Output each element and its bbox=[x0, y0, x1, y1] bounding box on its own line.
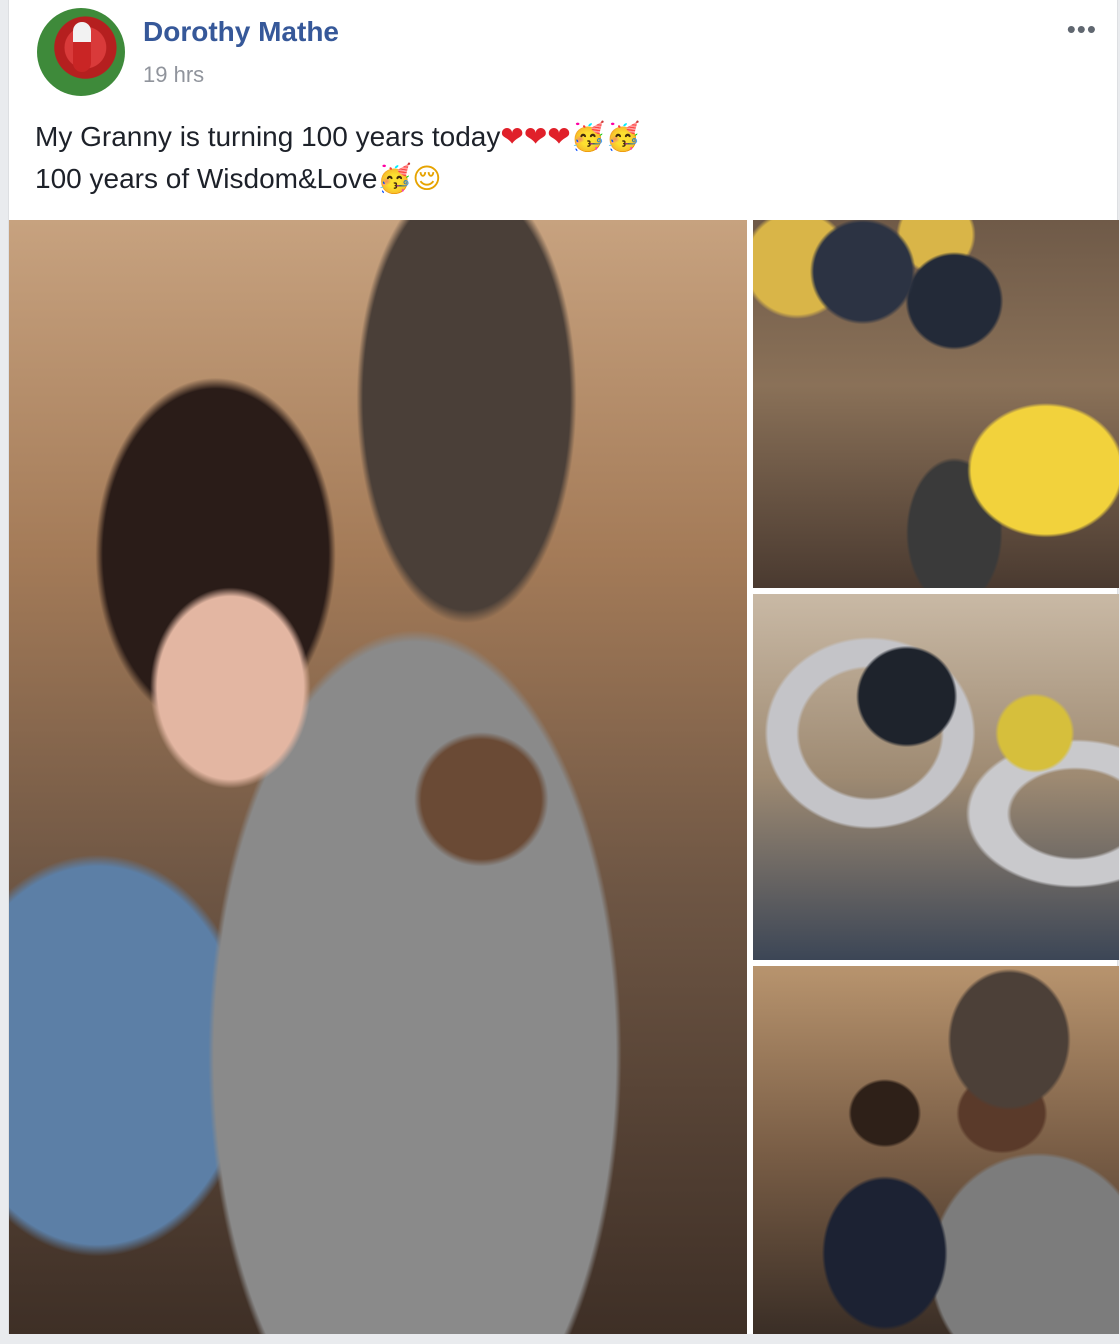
post-text-line-1-content: My Granny is turning 100 years today bbox=[35, 121, 501, 152]
heart-emoji-icon: ❤ bbox=[523, 120, 548, 153]
side-photo-balloons[interactable] bbox=[753, 220, 1119, 588]
main-photo[interactable] bbox=[9, 220, 747, 1334]
avatar-figure bbox=[73, 22, 91, 72]
relieved-face-emoji-icon: 😌 bbox=[412, 162, 442, 195]
post-timestamp[interactable]: 19 hrs bbox=[143, 62, 204, 88]
avatar[interactable] bbox=[37, 8, 125, 96]
post-text-line-2: 100 years of Wisdom&Love🥳😌 bbox=[35, 158, 1097, 200]
more-options-icon[interactable]: ••• bbox=[1067, 14, 1097, 45]
party-face-emoji-icon: 🥳 bbox=[605, 120, 641, 153]
side-photo-granny-child[interactable] bbox=[753, 966, 1119, 1334]
photo-grid bbox=[9, 220, 1119, 1334]
post-text-line-2-content: 100 years of Wisdom&Love bbox=[35, 163, 378, 194]
heart-emoji-icon: ❤ bbox=[500, 120, 524, 153]
facebook-post: Dorothy Mathe 19 hrs ••• My Granny is tu… bbox=[8, 0, 1119, 1334]
party-face-emoji-icon: 🥳 bbox=[570, 120, 606, 153]
heart-emoji-icon: ❤ bbox=[547, 120, 571, 153]
post-header: Dorothy Mathe 19 hrs ••• bbox=[9, 0, 1117, 110]
post-text-line-1: My Granny is turning 100 years today❤❤❤🥳… bbox=[35, 116, 1097, 158]
side-photo-number-balloons[interactable] bbox=[753, 594, 1119, 960]
party-face-emoji-icon: 🥳 bbox=[377, 162, 413, 195]
post-text: My Granny is turning 100 years today❤❤❤🥳… bbox=[35, 116, 1097, 200]
author-name[interactable]: Dorothy Mathe bbox=[143, 16, 339, 48]
